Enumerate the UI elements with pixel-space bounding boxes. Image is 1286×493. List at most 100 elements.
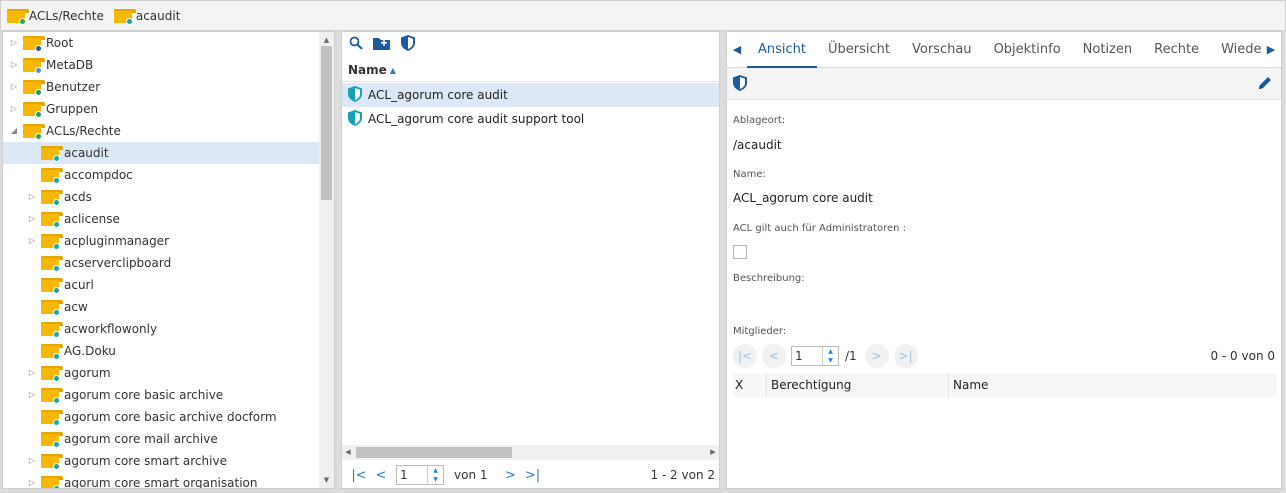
tab--bersicht[interactable]: Übersicht [817,32,901,68]
tree-item-label: agorum [64,366,111,380]
search-icon[interactable] [347,34,365,52]
tree-item[interactable]: acurl [3,274,319,296]
list-horizontal-scrollbar[interactable]: ◀ ▶ [342,445,719,460]
tree-item[interactable]: ▷ acpluginmanager [3,230,319,252]
list-count-summary: 1 - 2 von 2 [650,468,715,482]
tree-item-label: ACLs/Rechte [46,124,121,138]
tree-item[interactable]: ▷ MetaDB [3,54,319,76]
breadcrumb-item-acls[interactable]: ACLs/Rechte [7,8,104,25]
shield-icon[interactable] [399,34,417,52]
admin-label: ACL gilt auch für Administratoren : [733,223,907,234]
scrollbar-thumb[interactable] [356,447,512,458]
folder-icon [41,322,63,338]
tree-item[interactable]: ▷ aclicense [3,208,319,230]
tab-scroll-right-icon[interactable]: ▶ [1261,43,1281,56]
scroll-right-icon[interactable]: ▶ [707,445,719,460]
tree-item[interactable]: ▷ agorum core smart organisation [3,472,319,489]
tree-item[interactable]: AG.Doku [3,340,319,362]
tab-vorschau[interactable]: Vorschau [901,32,983,68]
tree-item[interactable]: ▷ Benutzer [3,76,319,98]
tree-item[interactable]: acw [3,296,319,318]
tree-item[interactable]: acworkflowonly [3,318,319,340]
page-number-input[interactable]: 1 ▲ ▼ [396,465,444,485]
list-item[interactable]: ACL_agorum core audit [342,83,719,107]
expand-arrow-icon[interactable]: ▷ [27,192,37,202]
folder-icon [41,476,63,488]
expand-arrow-icon[interactable]: ▷ [27,214,37,224]
next-page-icon[interactable]: > [500,468,522,483]
tree-item[interactable]: acserverclipboard [3,252,319,274]
tree-item[interactable]: agorum core mail archive [3,428,319,450]
collapse-arrow-icon[interactable]: ◢ [9,126,19,136]
members-page-input[interactable]: 1 ▲ ▼ [791,346,839,366]
first-page-icon[interactable]: |< [348,468,370,483]
column-header-name[interactable]: Name ▲ [342,59,719,82]
tree-item[interactable]: agorum core basic archive docform [3,406,319,428]
spin-down-icon[interactable]: ▼ [823,356,838,365]
scrollbar-thumb[interactable] [321,46,332,200]
tab-ansicht[interactable]: Ansicht [747,32,818,68]
members-page-total: /1 [845,349,857,363]
expand-arrow-icon[interactable]: ▷ [27,456,37,466]
tree-item-label: agorum core basic archive docform [64,410,277,424]
expand-arrow-icon[interactable]: ▷ [9,38,19,48]
shield-icon[interactable] [733,75,747,94]
last-page-icon[interactable]: >| [522,468,544,483]
tab-scroll-left-icon[interactable]: ◀ [727,43,747,56]
next-page-icon[interactable]: > [864,344,889,368]
tree-item[interactable]: ▷ agorum [3,362,319,384]
tab-notizen[interactable]: Notizen [1072,32,1143,68]
first-page-icon[interactable]: |< [733,344,757,368]
folder-icon [41,344,63,360]
tree-item[interactable]: ◢ ACLs/Rechte [3,120,319,142]
spin-up-icon[interactable]: ▲ [428,466,443,475]
tree-item-label: agorum core smart archive [64,454,227,468]
new-folder-icon[interactable] [373,34,391,52]
tab-wiede[interactable]: Wiede [1210,32,1261,68]
tab-objektinfo[interactable]: Objektinfo [983,32,1072,68]
tree-item-label: acw [64,300,88,314]
last-page-icon[interactable]: >| [893,344,918,368]
expand-arrow-icon[interactable]: ▷ [27,390,37,400]
tree-item-label: acurl [64,278,94,292]
edit-pencil-icon[interactable] [1257,75,1273,94]
expand-arrow-icon[interactable]: ▷ [9,104,19,114]
tree-item-label: agorum core smart organisation [64,476,258,489]
tree-item[interactable]: ▷ agorum core basic archive [3,384,319,406]
column-header-berechtigung[interactable]: Berechtigung [767,373,949,397]
scroll-up-icon[interactable]: ▲ [319,34,334,46]
spin-up-icon[interactable]: ▲ [823,347,838,356]
tree-item[interactable]: ▷ Gruppen [3,98,319,120]
breadcrumb-label: ACLs/Rechte [29,8,104,23]
column-header-x[interactable]: X [733,373,767,397]
folder-icon [7,8,29,25]
admin-checkbox[interactable] [733,245,747,259]
list-item[interactable]: ACL_agorum core audit support tool [342,107,719,131]
expand-arrow-icon[interactable]: ▷ [27,368,37,378]
list-item-label: ACL_agorum core audit support tool [368,112,585,126]
tree-item[interactable]: ▷ Root [3,32,319,54]
folder-icon [23,58,45,74]
tree-item[interactable]: ▷ agorum core smart archive [3,450,319,472]
expand-arrow-icon[interactable]: ▷ [27,478,37,488]
breadcrumb-item-acaudit[interactable]: acaudit [113,8,180,25]
tree-scrollbar[interactable]: ▲ ▼ [319,32,334,488]
tree-item[interactable]: acaudit [3,142,319,164]
detail-toolbar [727,68,1281,100]
scroll-down-icon[interactable]: ▼ [319,474,334,486]
tree-item-label: acaudit [64,146,109,160]
spin-down-icon[interactable]: ▼ [428,475,443,484]
folder-icon [41,212,63,228]
tree-item[interactable]: accompdoc [3,164,319,186]
column-header-name[interactable]: Name [949,373,1277,397]
previous-page-icon[interactable]: < [762,344,786,368]
tab-rechte[interactable]: Rechte [1143,32,1210,68]
list-item-label: ACL_agorum core audit [368,88,508,102]
expand-arrow-icon[interactable]: ▷ [9,60,19,70]
expand-arrow-icon[interactable]: ▷ [27,236,37,246]
expand-arrow-icon[interactable]: ▷ [9,82,19,92]
tree-item[interactable]: ▷ acds [3,186,319,208]
previous-page-icon[interactable]: < [370,468,392,483]
scroll-left-icon[interactable]: ◀ [342,445,354,460]
